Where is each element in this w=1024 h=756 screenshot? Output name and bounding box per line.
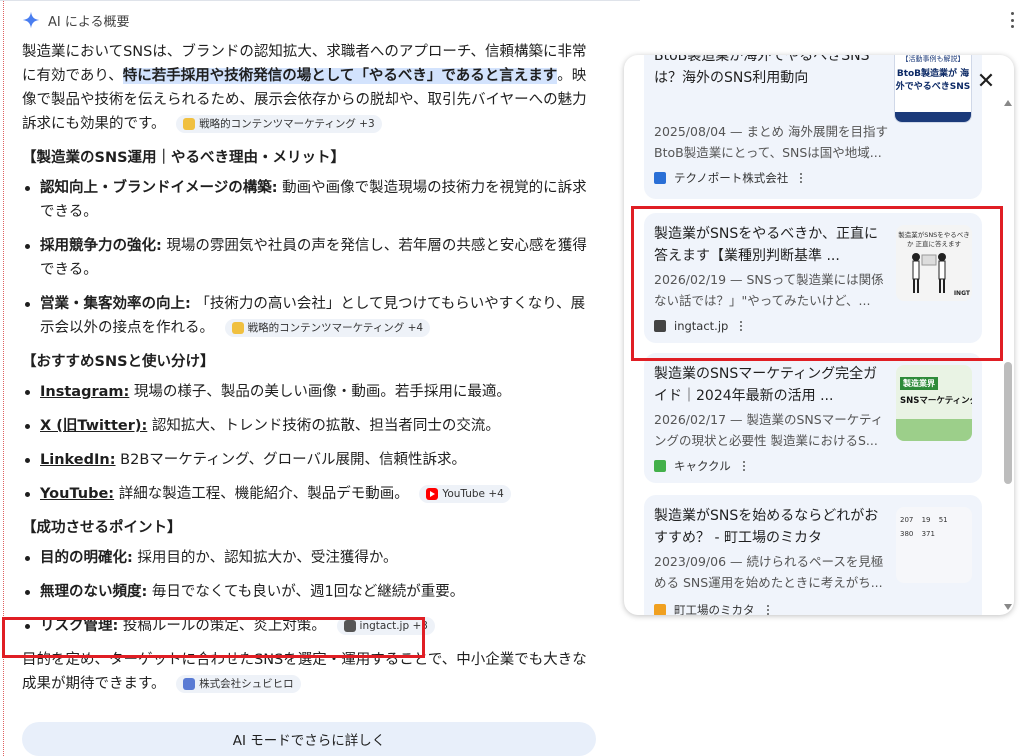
thumb-text: SNSマーケティング (900, 396, 972, 406)
more-options-icon[interactable] (1010, 12, 1014, 28)
youtube-icon (426, 488, 439, 500)
source-more-icon[interactable] (742, 461, 745, 471)
item-text: B2Bマーケティング、グローバル展開、信頼性訴求。 (115, 452, 466, 468)
source-name: キャククル (674, 459, 731, 473)
item-term: 認知向上・ブランドイメージの構築: (40, 180, 278, 196)
source-name: 町工場のミカタ (674, 603, 755, 615)
source-chip-label: YouTube +4 (442, 488, 504, 500)
list-item: X (旧Twitter): 認知拡大、トレンド技術の拡散、担当者同士の交流。 (22, 414, 597, 438)
kyakukuru-favicon-icon (654, 460, 666, 472)
highlight-box-risk-management (2, 617, 425, 658)
thumb-text: BtoB製造業が 海外でやるべきSNS (895, 69, 971, 92)
source-card-source: テクノポート株式会社 (654, 169, 803, 187)
source-card[interactable]: BtoB製造業が海外でやるべきSNSは？海外のSNS利用動向 2025/08/0… (644, 55, 982, 199)
scroll-down-arrow-icon[interactable] (1004, 604, 1012, 610)
item-term-link[interactable]: LinkedIn: (40, 452, 116, 468)
source-more-icon[interactable] (766, 605, 769, 615)
ai-overview-header: AI による概要 (22, 10, 129, 30)
intro-highlight: 特に若手採用や技術発信の場として「やるべき」であると言えます (122, 68, 558, 84)
ai-overview-title: AI による概要 (48, 14, 130, 30)
list-item: YouTube: 詳細な製造工程、機能紹介、製品デモ動画。 YouTube +4 (22, 482, 597, 506)
source-name: テクノポート株式会社 (674, 171, 789, 185)
source-chip[interactable]: 株式会社シュビヒロ (176, 675, 301, 693)
gear-icon (231, 322, 244, 334)
section-heading: 【おすすめSNSと使い分け】 (22, 354, 215, 370)
thumb-tag: 【活動事例も解説】 (901, 55, 965, 63)
gemini-spark-icon (22, 11, 40, 29)
source-card-thumbnail: 【活動事例も解説】 BtoB製造業が 海外でやるべきSNS (894, 55, 972, 123)
list-item: 認知向上・ブランドイメージの構築: 動画や画像で製造現場の技術力を視覚的に訴求で… (22, 176, 597, 224)
item-text: 詳細な製造工程、機能紹介、製品デモ動画。 (114, 486, 409, 502)
source-chip[interactable]: 戦略的コンテンツマーケティング +4 (224, 319, 431, 337)
source-card-thumbnail: 207 19 51 380 371 (896, 507, 972, 583)
source-chip[interactable]: YouTube +4 (419, 485, 511, 503)
source-card-snippet: 2026/02/17 — 製造業のSNSマーケティングの現状と必要性 製造業にお… (654, 412, 884, 448)
item-text: 現場の様子、製品の美しい画像・動画。若手採用に最適。 (129, 384, 511, 400)
item-term-link[interactable]: Instagram: (40, 384, 129, 400)
item-text: 毎日でなくても良いが、週1回など継続が重要。 (147, 584, 465, 600)
item-term-link[interactable]: YouTube: (40, 486, 114, 502)
source-chip-label: 戦略的コンテンツマーケティング +3 (199, 118, 375, 130)
list-item: 無理のない頻度: 毎日でなくても良いが、週1回など継続が重要。 (22, 580, 597, 604)
list-item: 目的の明確化: 採用目的か、認知拡大か、受注獲得か。 (22, 546, 597, 570)
source-card-title[interactable]: BtoB製造業が海外でやるべきSNSは？海外のSNS利用動向 (654, 55, 889, 89)
gear-icon (183, 118, 196, 130)
source-card[interactable]: 製造業がSNSを始めるならどれがおすすめ？ - 町工場のミカタ 2023/09/… (644, 495, 982, 615)
source-more-icon[interactable] (800, 173, 803, 183)
machikouba-favicon-icon (654, 604, 666, 615)
ai-overview-content: 製造業においてSNSは、ブランドの認知拡大、求職者へのアプローチ、信頼構築に非常… (22, 40, 597, 696)
item-term: 営業・集客効率の向上: (40, 296, 191, 312)
scroll-up-arrow-icon[interactable] (1004, 100, 1012, 106)
source-chip-label: 戦略的コンテンツマーケティング +4 (247, 322, 424, 334)
source-card-title[interactable]: 製造業がSNSを始めるならどれがおすすめ？ - 町工場のミカタ (654, 505, 889, 549)
intro-paragraph: 製造業においてSNSは、ブランドの認知拡大、求職者へのアプローチ、信頼構築に非常… (22, 40, 597, 136)
close-icon[interactable]: ✕ (974, 69, 998, 94)
source-chip-label: 株式会社シュビヒロ (199, 678, 294, 690)
ai-mode-more-button[interactable]: AI モードでさらに詳しく (22, 722, 596, 756)
source-card-thumbnail: 製造業界 SNSマーケティング (896, 365, 972, 441)
item-text: 採用目的か、認知拡大か、受注獲得か。 (132, 550, 398, 566)
item-term: 無理のない頻度: (40, 584, 148, 600)
thumb-text: 207 19 51 380 371 (900, 516, 948, 538)
source-card-source: 町工場のミカタ (654, 601, 769, 615)
source-card[interactable]: 製造業のSNSマーケティング完全ガイド｜2024年最新の活用 ... 2026/… (644, 353, 982, 483)
sns-list: Instagram: 現場の様子、製品の美しい画像・動画。若手採用に最適。 X … (22, 380, 597, 506)
list-item: 採用競争力の強化: 現場の雰囲気や社員の声を発信し、若年層の共感と安心感を獲得で… (22, 234, 597, 282)
list-item: 営業・集客効率の向上: 「技術力の高い会社」として見つけてもらいやすくなり、展示… (22, 292, 597, 340)
item-term-link[interactable]: X (旧Twitter): (40, 418, 147, 434)
source-card-title[interactable]: 製造業のSNSマーケティング完全ガイド｜2024年最新の活用 ... (654, 363, 889, 407)
panel-scrollbar-thumb[interactable] (1004, 362, 1012, 484)
company-favicon-icon (183, 678, 196, 690)
technoport-favicon-icon (654, 172, 666, 184)
highlight-box-ingtact-card (631, 206, 1003, 361)
source-card-snippet: 2025/08/04 — まとめ 海外展開を目指すBtoB製造業にとって、SNS… (654, 124, 888, 160)
list-item: Instagram: 現場の様子、製品の美しい画像・動画。若手採用に最適。 (22, 380, 597, 404)
section-heading: 【成功させるポイント】 (22, 520, 182, 536)
thumb-tag: 製造業界 (900, 377, 938, 390)
conclusion-text: 目的を定め、ターゲットに合わせたSNSを選定・運用することで、中小企業でも大きな… (22, 652, 587, 692)
reasons-list: 認知向上・ブランドイメージの構築: 動画や画像で製造現場の技術力を視覚的に訴求で… (22, 176, 597, 340)
item-term: 目的の明確化: (40, 550, 133, 566)
source-card-snippet: 2023/09/06 — 続けられるペースを見極める SNS運用を始めたときに考… (654, 554, 884, 590)
top-divider (0, 0, 640, 1)
item-text: 認知拡大、トレンド技術の拡散、担当者同士の交流。 (147, 418, 500, 434)
source-card-source: キャククル (654, 457, 745, 475)
list-item: LinkedIn: B2Bマーケティング、グローバル展開、信頼性訴求。 (22, 448, 597, 472)
section-heading: 【製造業のSNS運用｜やるべき理由・メリット】 (22, 150, 346, 166)
source-chip[interactable]: 戦略的コンテンツマーケティング +3 (176, 115, 382, 133)
item-term: 採用競争力の強化: (40, 238, 162, 254)
